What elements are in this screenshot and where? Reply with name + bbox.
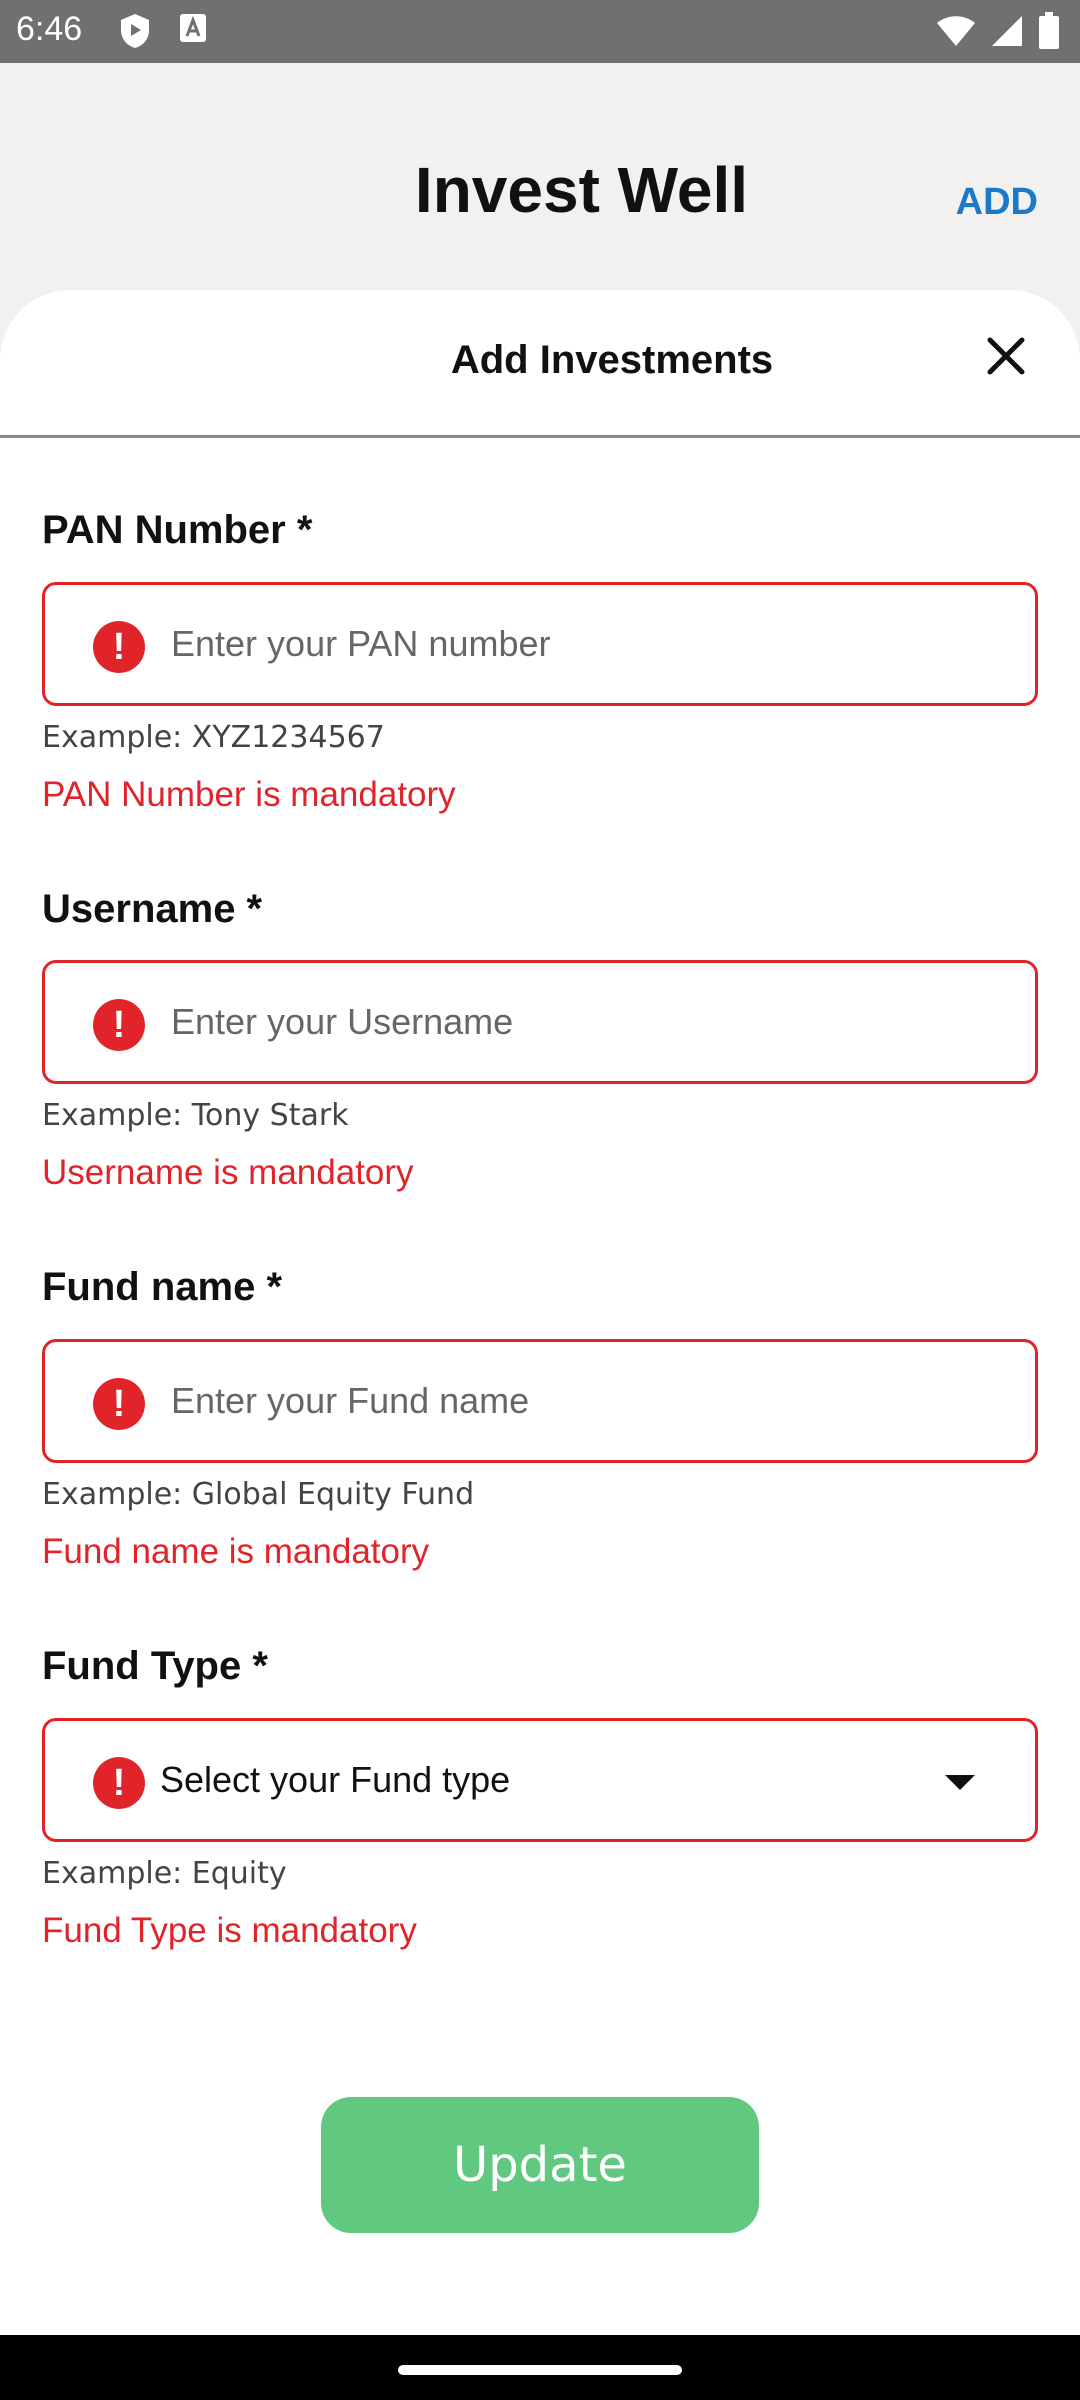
- error-icon: !: [93, 1378, 145, 1430]
- username-error: Username is mandatory: [42, 1153, 414, 1192]
- username-label: Username *: [42, 887, 263, 931]
- fund-name-label: Fund name *: [42, 1265, 283, 1309]
- battery-icon: [1038, 12, 1060, 55]
- chevron-down-icon: [945, 1775, 975, 1790]
- status-time: 6:46: [16, 10, 83, 48]
- cellular-signal-icon: [990, 14, 1024, 53]
- navigation-bar: [0, 2335, 1080, 2400]
- fund-name-input[interactable]: ! Enter your Fund name: [42, 1339, 1038, 1463]
- pan-number-label: PAN Number *: [42, 508, 313, 552]
- fund-name-example: Example: Global Equity Fund: [42, 1477, 475, 1512]
- shield-icon: [118, 12, 152, 55]
- error-icon: !: [93, 621, 145, 673]
- status-bar: 6:46: [0, 0, 1080, 63]
- username-placeholder: Enter your Username: [171, 1001, 514, 1042]
- home-indicator[interactable]: [398, 2365, 682, 2375]
- update-button[interactable]: Update: [321, 2097, 759, 2233]
- add-investments-sheet: Add Investments PAN Number * ! Enter you…: [0, 290, 1080, 2335]
- fund-type-label: Fund Type *: [42, 1644, 268, 1688]
- fund-type-select[interactable]: ! Select your Fund type: [42, 1718, 1038, 1842]
- add-button[interactable]: ADD: [956, 181, 1038, 224]
- fund-type-error: Fund Type is mandatory: [42, 1911, 417, 1950]
- error-icon: !: [93, 999, 145, 1051]
- pan-number-example: Example: XYZ1234567: [42, 720, 385, 755]
- fund-name-error: Fund name is mandatory: [42, 1532, 430, 1571]
- sheet-header: Add Investments: [0, 290, 1080, 438]
- username-example: Example: Tony Stark: [42, 1098, 349, 1133]
- fund-name-placeholder: Enter your Fund name: [171, 1380, 530, 1421]
- pan-number-placeholder: Enter your PAN number: [171, 623, 551, 664]
- close-button[interactable]: [982, 332, 1030, 380]
- username-input[interactable]: ! Enter your Username: [42, 960, 1038, 1084]
- app-header: Invest Well ADD: [0, 63, 1080, 293]
- pan-number-input[interactable]: ! Enter your PAN number: [42, 582, 1038, 706]
- fund-type-selected: Select your Fund type: [160, 1759, 511, 1800]
- wifi-icon: [936, 14, 976, 53]
- sheet-title: Add Investments: [450, 338, 774, 382]
- close-icon: [987, 337, 1025, 375]
- pan-number-error: PAN Number is mandatory: [42, 775, 456, 814]
- app-title: Invest Well: [414, 154, 749, 226]
- error-icon: !: [93, 1757, 145, 1809]
- fund-type-example: Example: Equity: [42, 1856, 287, 1891]
- keyboard-a-icon: [178, 12, 208, 49]
